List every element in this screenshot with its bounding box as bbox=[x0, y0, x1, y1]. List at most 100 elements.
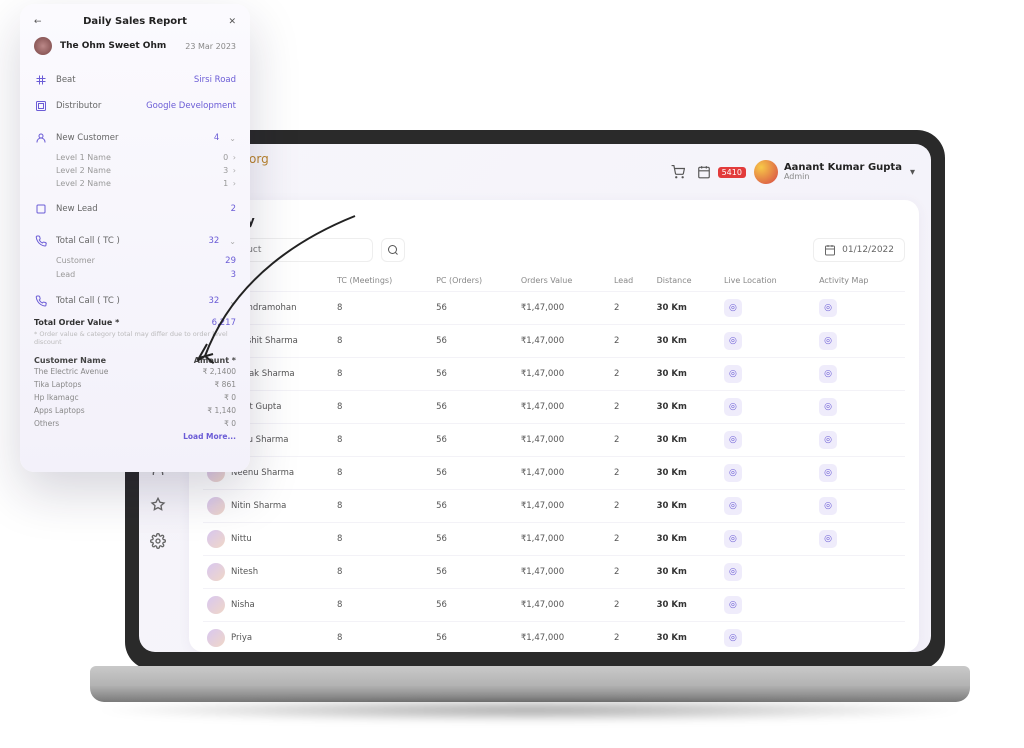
activity-map-button[interactable]: ◎ bbox=[819, 431, 837, 449]
table-row[interactable]: Priya 8 56 ₹1,47,000 2 30 Km ◎ bbox=[203, 622, 905, 653]
main-panel: Activity 01/12/2022 TC (Me bbox=[189, 200, 919, 652]
customer-row[interactable]: The Electric Avenue₹ 2,1400 bbox=[34, 365, 236, 378]
cell-distance: 30 Km bbox=[653, 391, 720, 424]
phone-panel: ← Daily Sales Report ✕ The Ohm Sweet Ohm… bbox=[20, 4, 250, 472]
calendar-shortcut-icon[interactable] bbox=[696, 164, 712, 180]
live-location-button[interactable]: ◎ bbox=[724, 332, 742, 350]
chevron-down-icon: ⌄ bbox=[229, 297, 236, 306]
cell-pc: 56 bbox=[432, 358, 517, 391]
live-location-button[interactable]: ◎ bbox=[724, 299, 742, 317]
table-row[interactable]: Nitesh 8 56 ₹1,47,000 2 30 Km ◎ bbox=[203, 556, 905, 589]
employee-name: Nisha bbox=[231, 600, 255, 610]
cell-orders: ₹1,47,000 bbox=[517, 358, 610, 391]
level-row[interactable]: Level 1 Name0 › bbox=[34, 151, 236, 164]
tc-sub-value: 3 bbox=[231, 270, 236, 280]
cell-distance: 30 Km bbox=[653, 622, 720, 653]
user-menu[interactable]: Aanant Kumar Gupta Admin ▾ bbox=[754, 160, 915, 184]
customer-row[interactable]: Tika Laptops₹ 861 bbox=[34, 378, 236, 391]
search-button[interactable] bbox=[381, 238, 405, 262]
live-location-button[interactable]: ◎ bbox=[724, 596, 742, 614]
disclaimer: * Order value & category total may diffe… bbox=[34, 330, 236, 346]
cell-orders: ₹1,47,000 bbox=[517, 457, 610, 490]
total-call-row[interactable]: Total Call ( TC ) 32⌄ bbox=[34, 228, 236, 254]
customer-name: The Electric Avenue bbox=[34, 367, 108, 376]
employee-avatar bbox=[207, 497, 225, 515]
settings-icon[interactable] bbox=[149, 532, 167, 550]
phone-header: ← Daily Sales Report ✕ bbox=[34, 16, 236, 27]
chevron-down-icon: ⌄ bbox=[229, 134, 236, 143]
live-location-button[interactable]: ◎ bbox=[724, 464, 742, 482]
activity-map-button[interactable]: ◎ bbox=[819, 299, 837, 317]
cell-lead: 2 bbox=[610, 490, 653, 523]
cart-icon[interactable] bbox=[670, 164, 686, 180]
cell-pc: 56 bbox=[432, 622, 517, 653]
beat-label: Beat bbox=[56, 75, 186, 85]
notification-badge[interactable]: 5410 bbox=[718, 167, 746, 178]
cell-lead: 2 bbox=[610, 292, 653, 325]
level-label: Level 2 Name bbox=[56, 166, 111, 175]
distributor-row[interactable]: Distributor Google Development bbox=[34, 93, 236, 119]
table-row[interactable]: Chandramohan 8 56 ₹1,47,000 2 30 Km ◎ ◎ bbox=[203, 292, 905, 325]
new-lead-label: New Lead bbox=[56, 204, 223, 214]
activity-map-button[interactable]: ◎ bbox=[819, 332, 837, 350]
live-location-button[interactable]: ◎ bbox=[724, 398, 742, 416]
beat-row[interactable]: Beat Sirsi Road bbox=[34, 67, 236, 93]
customer-amount: ₹ 1,140 bbox=[207, 406, 236, 415]
close-icon[interactable]: ✕ bbox=[228, 17, 236, 27]
load-more-link[interactable]: Load More... bbox=[34, 432, 236, 441]
phone-icon bbox=[34, 234, 48, 248]
table-row[interactable]: Nittu 8 56 ₹1,47,000 2 30 Km ◎ ◎ bbox=[203, 523, 905, 556]
customer-row[interactable]: Others₹ 0 bbox=[34, 417, 236, 430]
activity-map-button[interactable]: ◎ bbox=[819, 497, 837, 515]
live-location-button[interactable]: ◎ bbox=[724, 497, 742, 515]
cell-pc: 56 bbox=[432, 424, 517, 457]
live-location-button[interactable]: ◎ bbox=[724, 530, 742, 548]
cell-distance: 30 Km bbox=[653, 457, 720, 490]
level-row[interactable]: Level 2 Name1 › bbox=[34, 177, 236, 190]
new-lead-row[interactable]: New Lead 2 bbox=[34, 196, 236, 222]
cust-amount-header: Amount * bbox=[194, 356, 236, 365]
phone-user-name: The Ohm Sweet Ohm bbox=[60, 41, 177, 51]
level-row[interactable]: Level 2 Name3 › bbox=[34, 164, 236, 177]
customer-row[interactable]: Hp Ikamagc₹ 0 bbox=[34, 391, 236, 404]
cell-lead: 2 bbox=[610, 358, 653, 391]
table-row[interactable]: Mehak Sharma 8 56 ₹1,47,000 2 30 Km ◎ ◎ bbox=[203, 358, 905, 391]
col-tc: TC (Meetings) bbox=[333, 270, 432, 292]
activity-map-button[interactable]: ◎ bbox=[819, 530, 837, 548]
live-location-button[interactable]: ◎ bbox=[724, 563, 742, 581]
distributor-value: Google Development bbox=[146, 101, 236, 111]
col-pc: PC (Orders) bbox=[432, 270, 517, 292]
cell-lead: 2 bbox=[610, 523, 653, 556]
live-location-button[interactable]: ◎ bbox=[724, 629, 742, 647]
toolbar: 01/12/2022 bbox=[203, 238, 905, 262]
cell-orders: ₹1,47,000 bbox=[517, 556, 610, 589]
table-row[interactable]: Ankit Gupta 8 56 ₹1,47,000 2 30 Km ◎ ◎ bbox=[203, 391, 905, 424]
back-icon[interactable]: ← bbox=[34, 17, 42, 27]
table-row[interactable]: Rakshit Sharma 8 56 ₹1,47,000 2 30 Km ◎ … bbox=[203, 325, 905, 358]
activity-map-button[interactable]: ◎ bbox=[819, 365, 837, 383]
nav-icon-3[interactable] bbox=[149, 496, 167, 514]
phone-user-row: The Ohm Sweet Ohm 23 Mar 2023 bbox=[34, 37, 236, 55]
customer-row[interactable]: Apps Laptops₹ 1,140 bbox=[34, 404, 236, 417]
employee-name: Nitin Sharma bbox=[231, 501, 286, 511]
activity-map-button[interactable]: ◎ bbox=[819, 398, 837, 416]
new-customer-row[interactable]: New Customer 4⌄ bbox=[34, 125, 236, 151]
live-location-button[interactable]: ◎ bbox=[724, 365, 742, 383]
activity-map-button[interactable]: ◎ bbox=[819, 464, 837, 482]
cell-lead: 2 bbox=[610, 325, 653, 358]
live-location-button[interactable]: ◎ bbox=[724, 431, 742, 449]
table-row[interactable]: Nisha 8 56 ₹1,47,000 2 30 Km ◎ bbox=[203, 589, 905, 622]
cell-orders: ₹1,47,000 bbox=[517, 490, 610, 523]
cell-pc: 56 bbox=[432, 325, 517, 358]
table-row[interactable]: Nitin Sharma 8 56 ₹1,47,000 2 30 Km ◎ ◎ bbox=[203, 490, 905, 523]
cell-tc: 8 bbox=[333, 325, 432, 358]
cell-distance: 30 Km bbox=[653, 292, 720, 325]
table-row[interactable]: Neenu Sharma 8 56 ₹1,47,000 2 30 Km ◎ ◎ bbox=[203, 457, 905, 490]
total-call-label-2: Total Call ( TC ) bbox=[56, 296, 200, 306]
total-call-row-2[interactable]: Total Call ( TC ) 32⌄ bbox=[34, 288, 236, 314]
table-row[interactable]: Annu Sharma 8 56 ₹1,47,000 2 30 Km ◎ ◎ bbox=[203, 424, 905, 457]
cell-lead: 2 bbox=[610, 622, 653, 653]
laptop-base bbox=[90, 666, 970, 688]
date-picker[interactable]: 01/12/2022 bbox=[813, 238, 905, 262]
user-avatar bbox=[754, 160, 778, 184]
